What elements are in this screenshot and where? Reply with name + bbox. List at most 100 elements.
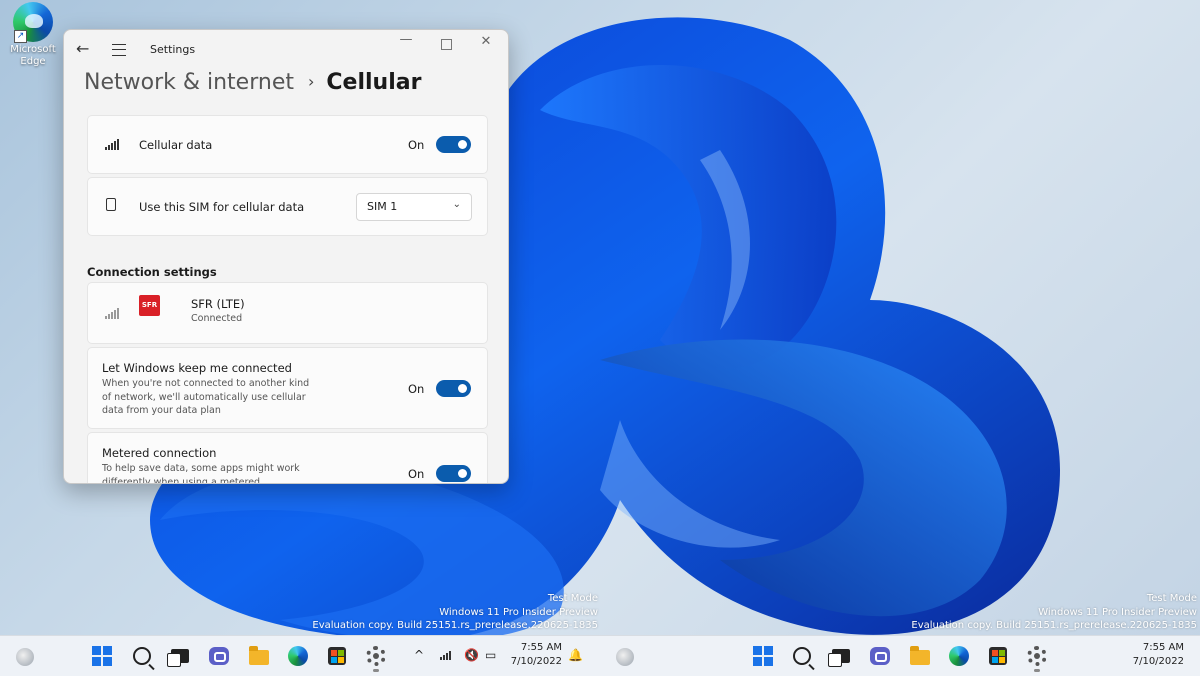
chat-button[interactable] [207, 644, 231, 668]
breadcrumb-separator-icon: › [307, 72, 315, 91]
desc-line: of network, we'll automatically use cell… [102, 391, 306, 403]
settings-window: ← Settings — ✕ Network & internet › Cellul… [63, 29, 509, 484]
clock-date: 7/10/2022 [1132, 656, 1184, 667]
settings-button[interactable] [1025, 644, 1049, 668]
clock-date: 7/10/2022 [510, 656, 562, 667]
sim-icon [106, 198, 116, 211]
sim-select-card: Use this SIM for cellular data SIM 1 ⌄ [87, 177, 488, 236]
notification-bell-icon[interactable]: 🔔 [568, 648, 583, 662]
minimize-button[interactable]: — [386, 32, 426, 47]
chat-button[interactable] [868, 644, 892, 668]
battery-icon[interactable]: ▭ [485, 648, 496, 662]
widgets-icon[interactable] [16, 648, 34, 666]
desktop-icon-edge[interactable]: ↗ Microsoft Edge [4, 2, 62, 68]
start-button[interactable] [90, 644, 114, 668]
store-button[interactable] [325, 644, 349, 668]
task-view-icon [167, 649, 189, 667]
folder-icon [910, 646, 930, 665]
running-indicator [373, 669, 379, 672]
sim-label: Use this SIM for cellular data [139, 200, 305, 214]
sfr-logo-icon: SFR [139, 295, 160, 316]
window-title: Settings [150, 43, 196, 56]
file-explorer-button[interactable] [908, 644, 932, 668]
cellular-data-card: Cellular data On [87, 115, 488, 174]
signal-weak-icon [105, 308, 119, 319]
network-card[interactable]: SFR SFR (LTE) Connected [87, 282, 488, 344]
cellular-data-state: On [408, 138, 425, 152]
metered-state: On [408, 467, 425, 481]
keep-connected-title: Let Windows keep me connected [102, 361, 292, 375]
taskbar: ^ 🔇 ▭ 7:55 AM 7/10/2022 🔔 7:55 AM 7/10/2… [0, 635, 1200, 676]
widgets-icon[interactable] [616, 648, 634, 666]
clock[interactable]: 7:55 AM 7/10/2022 [508, 641, 562, 669]
watermark-line: Windows 11 Pro Insider Preview [439, 606, 598, 618]
keep-connected-state: On [408, 382, 425, 396]
title-bar: ← Settings — ✕ [64, 30, 508, 70]
connection-settings-heading: Connection settings [87, 265, 217, 279]
breadcrumb: Network & internet › Cellular [84, 70, 421, 95]
metered-desc: To help save data, some apps might work … [102, 462, 342, 484]
desc-line: When you're not connected to another kin… [102, 378, 310, 389]
hamburger-menu-icon[interactable] [112, 44, 126, 56]
cellular-data-label: Cellular data [139, 138, 213, 152]
search-button[interactable] [790, 644, 814, 668]
keep-connected-toggle[interactable] [436, 380, 471, 397]
watermark-line: Windows 11 Pro Insider Preview [1038, 606, 1197, 618]
search-icon [133, 647, 151, 665]
metered-connection-card: Metered connection To help save data, so… [87, 432, 488, 484]
shortcut-arrow-icon: ↗ [14, 30, 27, 43]
task-view-icon [828, 649, 850, 667]
maximize-icon [440, 39, 452, 50]
desktop-icon-label: Microsoft Edge [10, 44, 56, 67]
watermark-line: Evaluation copy. Build 25151.rs_prerelea… [911, 620, 1197, 631]
breadcrumb-parent[interactable]: Network & internet [84, 70, 294, 95]
keep-connected-card: Let Windows keep me connected When you'r… [87, 347, 488, 429]
watermark-right: Test Mode Windows 11 Pro Insider Preview… [911, 592, 1197, 633]
maximize-button[interactable] [426, 34, 466, 54]
gear-icon [366, 646, 386, 666]
watermark-line: Evaluation copy. Build 25151.rs_prerelea… [312, 620, 598, 631]
watermark-line: Test Mode [547, 593, 598, 604]
edge-icon [949, 646, 969, 666]
clock-time: 7:55 AM [1142, 642, 1184, 653]
windows-logo-icon [753, 646, 773, 666]
edge-icon [288, 646, 308, 666]
sim-dropdown-value: SIM 1 [367, 200, 398, 213]
metered-toggle[interactable] [436, 465, 471, 482]
cellular-tray-icon[interactable] [440, 649, 451, 663]
task-view-button[interactable] [828, 644, 853, 668]
network-name: SFR (LTE) [191, 297, 245, 311]
search-button[interactable] [130, 644, 154, 668]
start-button[interactable] [751, 644, 775, 668]
page-title: Cellular [326, 70, 422, 95]
gear-icon [1027, 646, 1047, 666]
task-view-button[interactable] [167, 644, 192, 668]
signal-bars-icon [105, 139, 119, 150]
desc-line: differently when using a metered [102, 476, 261, 484]
tray-chevron-icon[interactable]: ^ [414, 648, 424, 662]
search-icon [793, 647, 811, 665]
watermark-left: Test Mode Windows 11 Pro Insider Preview… [312, 592, 598, 633]
cellular-data-toggle[interactable] [436, 136, 471, 153]
sim-dropdown[interactable]: SIM 1 ⌄ [356, 193, 472, 221]
folder-icon [249, 646, 269, 665]
running-indicator [1034, 669, 1040, 672]
chat-icon [209, 647, 229, 665]
close-button[interactable]: ✕ [466, 34, 506, 49]
edge-button[interactable] [947, 644, 971, 668]
file-explorer-button[interactable] [247, 644, 271, 668]
watermark-line: Test Mode [1146, 593, 1197, 604]
settings-button[interactable] [364, 644, 388, 668]
store-button[interactable] [986, 644, 1010, 668]
edge-button[interactable] [286, 644, 310, 668]
windows-logo-icon [92, 646, 112, 666]
desc-line: data from your data plan [102, 405, 221, 416]
metered-title: Metered connection [102, 446, 217, 460]
clock[interactable]: 7:55 AM 7/10/2022 [1130, 641, 1184, 669]
network-status: Connected [191, 313, 243, 324]
chevron-down-icon: ⌄ [452, 199, 461, 210]
volume-muted-icon[interactable]: 🔇 [464, 648, 479, 662]
chat-icon [870, 647, 890, 665]
back-arrow-icon[interactable]: ← [76, 39, 89, 58]
clock-time: 7:55 AM [520, 642, 562, 653]
